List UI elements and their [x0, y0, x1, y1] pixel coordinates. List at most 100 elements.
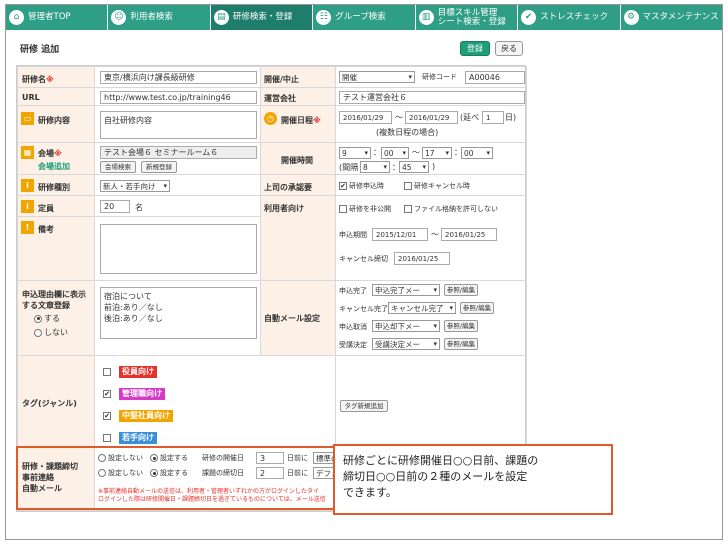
tag-cell: 役員向け ✔ 管理職向け ✔ 中堅社員向け 若手向け: [94, 355, 336, 448]
open-select[interactable]: 開催: [339, 71, 415, 83]
venue-label: 会場※: [38, 149, 62, 158]
apply-period-label: 申込期間: [339, 231, 367, 239]
venue-add-link[interactable]: 会場追加: [38, 161, 70, 172]
mail-edit-button[interactable]: 参照/編集: [444, 284, 478, 296]
clock-icon: ◷: [264, 112, 277, 125]
mail-template-select[interactable]: 申込完了メー: [372, 284, 440, 296]
end-hour-select[interactable]: 17: [422, 147, 452, 159]
tag-checkbox[interactable]: [103, 368, 111, 376]
date-to-input[interactable]: 2016/01/29: [405, 111, 458, 124]
memo-label: 備考: [38, 225, 54, 234]
venue-input[interactable]: テスト会場６ セミナールーム６: [100, 146, 257, 159]
memo-textarea[interactable]: [100, 224, 257, 274]
interval-hour-select[interactable]: 8: [360, 161, 390, 173]
nav-item-6[interactable]: ⚙ マスタメンテナンス: [621, 5, 722, 30]
capacity-input[interactable]: 20: [100, 200, 130, 213]
date-label: 開催日程※: [281, 116, 321, 125]
training-code-input[interactable]: A00046: [465, 71, 525, 84]
date-note: (複数日程の場合): [376, 128, 439, 137]
content-label-cell: ▭ 研修内容: [17, 105, 95, 143]
days-suffix: 日): [505, 113, 517, 122]
colon: ：: [373, 148, 381, 157]
content-label: 研修内容: [38, 116, 70, 125]
url-input[interactable]: http://www.test.co.jp/training46: [100, 91, 257, 104]
automail-label-cell: 自動メール設定: [260, 280, 336, 356]
nav-item-5[interactable]: ✔ ストレスチェック: [518, 5, 621, 30]
mail-edit-button[interactable]: 参照/編集: [444, 338, 478, 350]
company-label: 運営会社: [264, 94, 296, 103]
end-minute-select[interactable]: 00: [461, 147, 493, 159]
apply-from-input[interactable]: 2015/12/01: [372, 228, 428, 241]
content-textarea[interactable]: 自社研修内容: [100, 111, 257, 139]
hide-checkbox[interactable]: 研修を非公開: [339, 204, 391, 214]
cancel-deadline-input[interactable]: 2016/01/25: [394, 252, 450, 265]
tag-label: タグ(ジャンル): [22, 399, 77, 408]
url-label-cell: URL: [17, 87, 95, 106]
automail-label: 自動メール設定: [264, 314, 320, 323]
venue-cell: テスト会場６ セミナールーム６ 会場検索 新規登録: [94, 142, 261, 175]
memo-label-cell: ! 備考: [17, 216, 95, 281]
training-name-input[interactable]: 東京/横浜向け課長級研修: [100, 71, 257, 84]
start-minute-select[interactable]: 00: [381, 147, 409, 159]
reason-no-radio[interactable]: しない: [34, 327, 68, 338]
kind-label: 研修種別: [38, 183, 70, 192]
approval-label: 上司の承認要: [264, 183, 312, 192]
nav-item-0[interactable]: ⌂ 管理者TOP: [6, 5, 109, 30]
building-icon: ▦: [21, 146, 34, 159]
mail-template-select[interactable]: 申込却下メー: [372, 320, 440, 332]
automail-cell: 申込完了申込完了メー参照/編集キャンセル完了キャンセル完了参照/編集申込取消申込…: [335, 280, 527, 356]
mail-row-label: 申込取消: [339, 323, 367, 331]
user-label-cell: 利用者向け: [260, 195, 336, 281]
tag-new-button[interactable]: タグ新規追加: [340, 400, 388, 412]
mail-edit-button[interactable]: 参照/編集: [460, 302, 494, 314]
start-hour-select[interactable]: 9: [339, 147, 371, 159]
nav-label: グループ検索: [335, 12, 386, 22]
days-input[interactable]: 1: [482, 111, 504, 124]
mail-edit-button[interactable]: 参照/編集: [444, 320, 478, 332]
venue-new-button[interactable]: 新規登録: [141, 161, 177, 173]
mail-row-label: キャンセル完了: [339, 305, 388, 313]
tag-checkbox[interactable]: ✔: [103, 412, 111, 420]
capacity-unit: 名: [135, 203, 143, 212]
callout-text: 研修ごとに研修開催日○○日前、課題の 締切日○○日前の２種のメールを設定 できま…: [343, 454, 539, 499]
nav-label: マスタメンテナンス: [642, 12, 719, 22]
kind-select[interactable]: 新人・若手向け: [100, 180, 170, 192]
open-cell: 開催 研修コード A00046: [335, 66, 527, 88]
apply-to-input[interactable]: 2016/01/25: [441, 228, 497, 241]
date-from-input[interactable]: 2016/01/29: [339, 111, 392, 124]
nav-item-1[interactable]: ☺ 利用者検索: [108, 5, 211, 30]
highlight-box: [16, 446, 336, 510]
home-icon: ⌂: [9, 10, 24, 25]
date-label-cell: ◷ 開催日程※: [260, 105, 336, 143]
tag-checkbox[interactable]: [103, 434, 111, 442]
info-icon: i: [21, 200, 34, 213]
name-label-cell: 研修名※: [17, 66, 95, 88]
company-input[interactable]: テスト運営会社６: [339, 91, 525, 104]
mail-template-select[interactable]: キャンセル完了: [388, 302, 456, 314]
approval-cancel-checkbox[interactable]: 研修キャンセル時: [404, 181, 470, 191]
back-button[interactable]: 戻る: [495, 41, 523, 56]
time-tilde: 〜: [412, 148, 420, 157]
code-label: 研修コード: [422, 73, 457, 81]
venue-search-button[interactable]: 会場検索: [100, 161, 136, 173]
check-icon: ✔: [521, 10, 537, 25]
reason-textarea[interactable]: 宿泊について 前泊:あり／なし 後泊:あり／なし: [100, 287, 257, 339]
page-title: 研修 追加: [20, 45, 60, 55]
tag-checkbox[interactable]: ✔: [103, 390, 111, 398]
reason-yes-radio[interactable]: する: [34, 313, 60, 324]
nav-item-2[interactable]: ▤ 研修検索・登録: [210, 5, 314, 30]
kind-cell: 新人・若手向け: [94, 174, 261, 196]
nav-item-4[interactable]: ▥ 目標スキル管理 シート検索・登録: [416, 5, 519, 30]
register-button[interactable]: 登録: [460, 41, 490, 56]
company-label-cell: 運営会社: [260, 87, 336, 106]
name-cell: 東京/横浜向け課長級研修: [94, 66, 261, 88]
approval-cell: ✔ 研修申込時 研修キャンセル時: [335, 174, 527, 196]
interval-minute-select[interactable]: 45: [399, 161, 429, 173]
capacity-label-cell: i 定員: [17, 195, 95, 217]
mail-template-select[interactable]: 受講決定メー: [372, 338, 440, 350]
approval-apply-checkbox[interactable]: ✔ 研修申込時: [339, 181, 384, 191]
file-checkbox[interactable]: ファイル格納を許可しない: [404, 204, 498, 214]
nav-item-3[interactable]: ☷ グループ検索: [313, 5, 416, 30]
sheet-icon: ▥: [418, 10, 434, 25]
content-cell: 自社研修内容: [94, 105, 261, 143]
